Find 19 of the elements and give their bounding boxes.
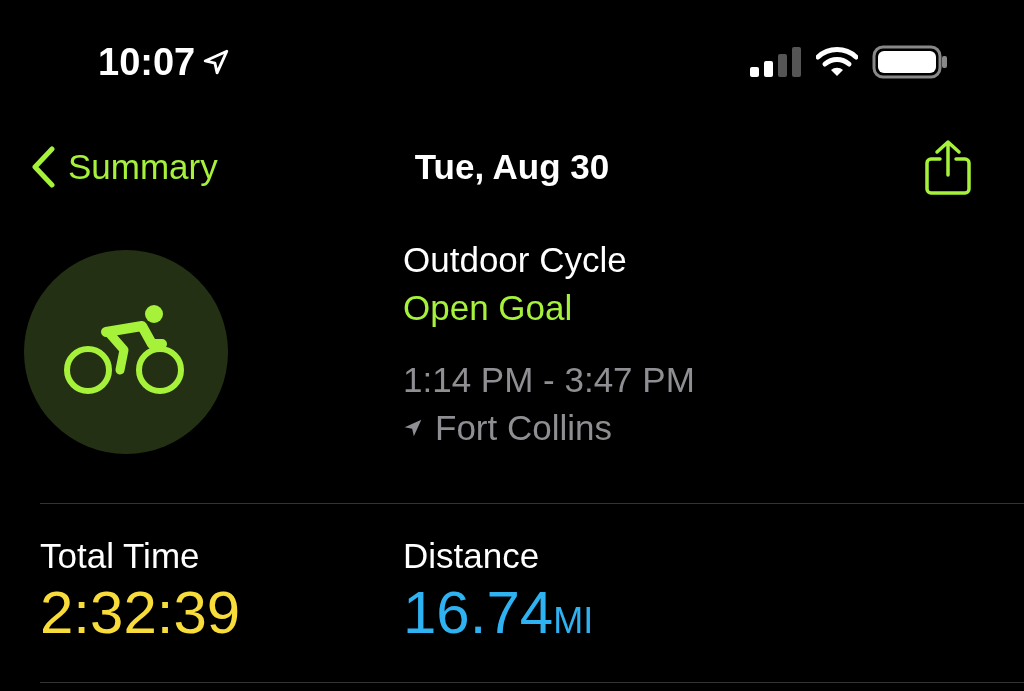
wifi-icon	[816, 46, 858, 78]
location-arrow-icon	[203, 49, 230, 75]
stat-value: 16.74MI	[403, 578, 594, 648]
workout-location: Fort Collins	[435, 407, 612, 449]
location-arrow-icon	[403, 418, 423, 438]
screen-title: Tue, Aug 30	[414, 145, 610, 188]
workout-name: Outdoor Cycle	[403, 239, 628, 281]
battery-icon	[872, 45, 948, 79]
chevron-left-icon	[30, 146, 56, 188]
clock-time: 10:07	[98, 39, 196, 85]
share-icon	[924, 139, 972, 195]
stat-label: Distance	[403, 535, 541, 577]
back-button[interactable]: Summary	[30, 140, 218, 194]
share-button[interactable]	[924, 139, 972, 195]
signal-icon	[750, 47, 802, 77]
stat-label: Total Time	[40, 535, 201, 577]
workout-goal: Open Goal	[403, 287, 574, 329]
stat-value: 2:32:39	[40, 578, 242, 648]
workout-time-range: 1:14 PM - 3:47 PM	[403, 359, 695, 401]
